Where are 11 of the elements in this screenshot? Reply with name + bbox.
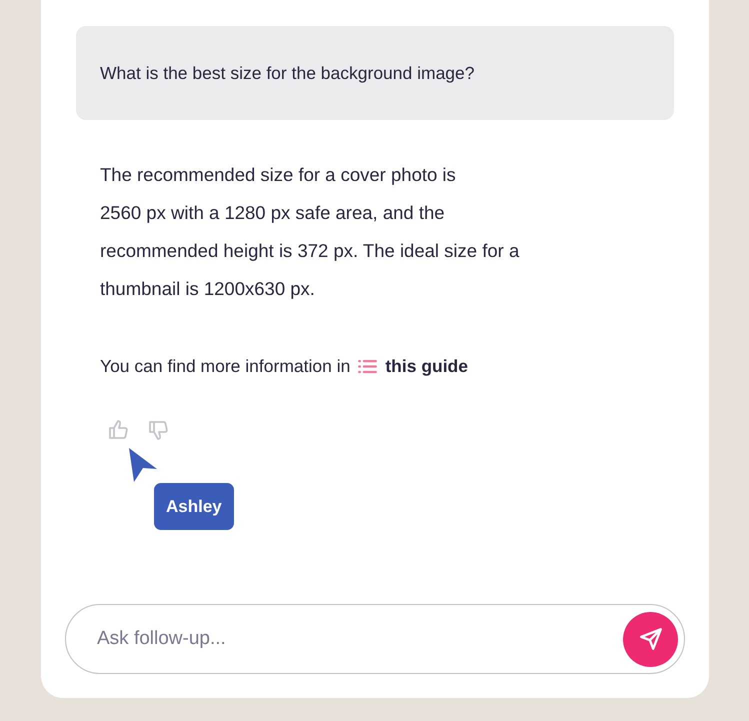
list-icon bbox=[358, 358, 378, 374]
paper-plane-icon bbox=[638, 626, 664, 652]
input-bar[interactable]: Ask follow-up... bbox=[65, 604, 685, 674]
input-field[interactable]: Ask follow-up... bbox=[95, 627, 623, 651]
question-bubble: What is the best size for the background image? bbox=[76, 26, 674, 120]
answer-text: The recommended size for a cover photo is 2560 px with a 1280 px safe area, and the recommended height is 372 px. The ideal size for a thumbnail is 1200x630 px. bbox=[100, 163, 520, 301]
user-name-tag: Ashley bbox=[154, 483, 234, 530]
info-text: You can find more information in bbox=[100, 355, 350, 378]
send-button[interactable] bbox=[623, 612, 678, 666]
guide-link[interactable]: this guide bbox=[358, 347, 468, 385]
pointer-icon bbox=[128, 447, 158, 483]
